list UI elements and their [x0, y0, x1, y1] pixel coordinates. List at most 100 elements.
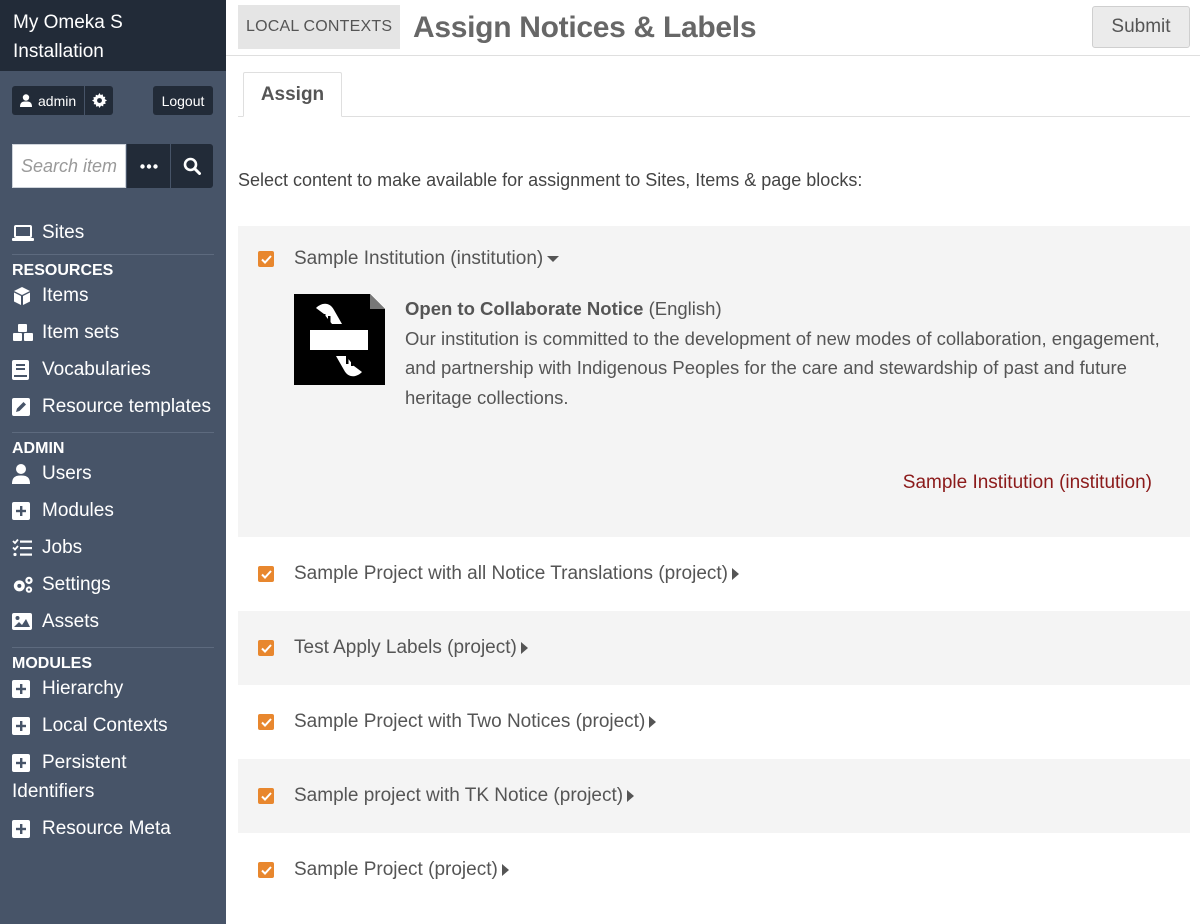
sidebar-item-resource-meta[interactable]: Resource Meta — [0, 814, 226, 851]
project-toggle[interactable]: Sample Project with Two Notices (project… — [294, 711, 657, 733]
project-toggle[interactable]: Sample project with TK Notice (project) — [294, 785, 635, 807]
plus-square-icon — [12, 711, 34, 740]
book-icon — [12, 355, 34, 384]
sidebar-item-label: Hierarchy — [42, 678, 124, 699]
image-icon — [12, 607, 34, 636]
submit-button[interactable]: Submit — [1092, 6, 1190, 48]
user-name: admin — [38, 92, 77, 109]
project-row-header: Sample Project with all Notice Translati… — [238, 537, 1190, 611]
sidebar-item-settings[interactable]: Settings — [0, 570, 226, 607]
project-toggle[interactable]: Sample Institution (institution) — [294, 248, 560, 270]
divider — [12, 432, 214, 433]
institution-link[interactable]: Sample Institution (institution) — [903, 472, 1152, 494]
project-label: Sample Project with Two Notices (project… — [294, 711, 646, 732]
page-title: Assign Notices & Labels — [413, 11, 757, 44]
check-icon — [260, 254, 272, 264]
project-toggle[interactable]: Sample Project with all Notice Translati… — [294, 563, 740, 585]
sidebar-item-vocabularies[interactable]: Vocabularies — [0, 355, 226, 392]
cogs-icon — [12, 570, 34, 599]
project-checkbox[interactable] — [258, 714, 274, 730]
sidebar-item-resource-templates[interactable]: Resource templates — [0, 392, 226, 429]
project-row-header: Sample Institution (institution) — [238, 226, 1190, 292]
plus-square-icon — [12, 674, 34, 703]
project-toggle[interactable]: Test Apply Labels (project) — [294, 637, 528, 659]
project-row-header: Test Apply Labels (project) — [238, 611, 1190, 685]
sidebar-item-label: Sites — [42, 222, 85, 243]
sidebar-item-label: Local Contexts — [42, 715, 168, 736]
notice-title: Open to Collaborate Notice — [405, 298, 644, 319]
gear-icon — [91, 93, 107, 108]
plus-square-icon — [12, 496, 34, 525]
cubes-icon — [12, 318, 34, 347]
notice-language: (English) — [643, 298, 722, 319]
project-label: Test Apply Labels (project) — [294, 637, 517, 658]
sidebar-item-hierarchy[interactable]: Hierarchy — [0, 674, 226, 711]
project-checkbox[interactable] — [258, 640, 274, 656]
project-checkbox[interactable] — [258, 251, 274, 267]
project-row: Sample Project with Two Notices (project… — [238, 685, 1190, 759]
project-checkbox[interactable] — [258, 566, 274, 582]
plus-square-icon — [12, 748, 34, 777]
section-resources: RESOURCES — [12, 262, 114, 279]
sidebar-item-item-sets[interactable]: Item sets — [0, 318, 226, 355]
open-to-collaborate-notice-icon — [294, 294, 385, 385]
tasks-icon — [12, 533, 34, 562]
sidebar-item-local-contexts[interactable]: Local Contexts — [0, 711, 226, 748]
caret-right-icon — [649, 715, 657, 728]
sidebar-item-persistent-identifiers[interactable]: Persistent Identifiers — [0, 748, 226, 814]
sidebar-item-label: Users — [42, 463, 92, 484]
edit-icon — [12, 392, 34, 421]
sidebar-item-users[interactable]: Users — [0, 459, 226, 496]
project-row-header: Sample project with TK Notice (project) — [238, 759, 1190, 833]
search-submit-button[interactable] — [170, 144, 213, 188]
check-icon — [260, 791, 272, 801]
project-checkbox[interactable] — [258, 788, 274, 804]
search-input[interactable] — [12, 144, 126, 188]
check-icon — [260, 865, 272, 875]
project-row: Sample Project with all Notice Translati… — [238, 537, 1190, 611]
tab-bar: Assign — [238, 72, 1190, 117]
sidebar-item-items[interactable]: Items — [0, 281, 226, 318]
sidebar-item-label: Settings — [42, 574, 111, 595]
caret-down-icon — [547, 255, 560, 262]
plus-square-icon — [12, 814, 34, 843]
project-row-header: Sample Project (project) — [238, 833, 1190, 907]
project-label: Sample Institution (institution) — [294, 248, 544, 269]
user-bar: admin — [12, 86, 114, 115]
sidebar-item-label: Items — [42, 285, 89, 306]
notice-description: Open to Collaborate Notice (English) Our… — [405, 294, 1185, 412]
advanced-search-button[interactable] — [126, 144, 170, 188]
project-row: Sample Project (project) — [238, 833, 1190, 907]
project-row: Sample project with TK Notice (project) — [238, 759, 1190, 833]
sidebar-item-sites[interactable]: Sites — [0, 214, 226, 251]
sidebar-item-label: Resource Meta — [42, 818, 171, 839]
logout-button[interactable]: Logout — [153, 86, 213, 115]
sidebar-item-label: Vocabularies — [42, 359, 151, 380]
project-toggle[interactable]: Sample Project (project) — [294, 859, 509, 881]
sidebar-item-jobs[interactable]: Jobs — [0, 533, 226, 570]
ellipsis-icon — [139, 163, 158, 169]
tab-assign[interactable]: Assign — [243, 72, 342, 117]
cube-icon — [12, 281, 34, 310]
check-icon — [260, 717, 272, 727]
caret-right-icon — [627, 789, 635, 802]
user-button[interactable]: admin — [12, 86, 85, 115]
notice-entry: Open to Collaborate Notice (English) Our… — [294, 294, 1185, 412]
search-bar — [12, 144, 213, 188]
intro-text: Select content to make available for ass… — [238, 170, 863, 190]
page-header: LOCAL CONTEXTS Assign Notices & Labels S… — [226, 0, 1200, 56]
project-label: Sample Project (project) — [294, 859, 498, 880]
user-settings-button[interactable] — [84, 86, 114, 115]
project-row-header: Sample Project with Two Notices (project… — [238, 685, 1190, 759]
sidebar-item-label: Resource templates — [42, 396, 211, 417]
project-label: Sample project with TK Notice (project) — [294, 785, 624, 806]
laptop-icon — [12, 218, 34, 247]
sidebar-item-modules[interactable]: Modules — [0, 496, 226, 533]
breadcrumb: LOCAL CONTEXTS — [238, 5, 401, 49]
search-icon — [183, 157, 201, 175]
caret-right-icon — [732, 567, 740, 580]
installation-title[interactable]: My Omeka S Installation — [0, 0, 226, 71]
section-modules: MODULES — [12, 655, 92, 672]
project-checkbox[interactable] — [258, 862, 274, 878]
sidebar-item-assets[interactable]: Assets — [0, 607, 226, 644]
